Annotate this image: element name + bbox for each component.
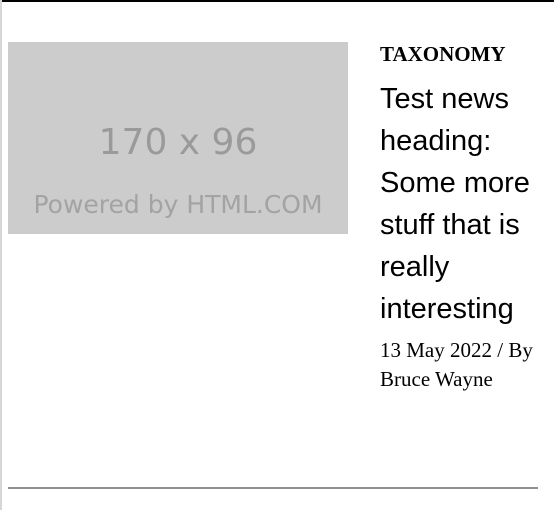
bottom-divider — [8, 487, 538, 489]
article-date: 13 May 2022 — [380, 338, 492, 362]
left-border — [0, 0, 2, 510]
top-border — [0, 0, 554, 2]
article-thumbnail[interactable]: 170 x 96 Powered by HTML.COM — [8, 42, 348, 234]
article-meta: 13 May 2022 / By Bruce Wayne — [380, 336, 538, 394]
article-headline-link[interactable]: Test news heading: Some more stuff that … — [380, 78, 538, 330]
meta-separator: / — [497, 338, 504, 362]
article-text: TAXONOMY Test news heading: Some more st… — [380, 42, 538, 394]
thumbnail-size-label: 170 x 96 — [98, 122, 258, 163]
category-link[interactable]: TAXONOMY — [380, 42, 538, 66]
thumbnail-credit-label: Powered by HTML.COM — [33, 190, 323, 219]
